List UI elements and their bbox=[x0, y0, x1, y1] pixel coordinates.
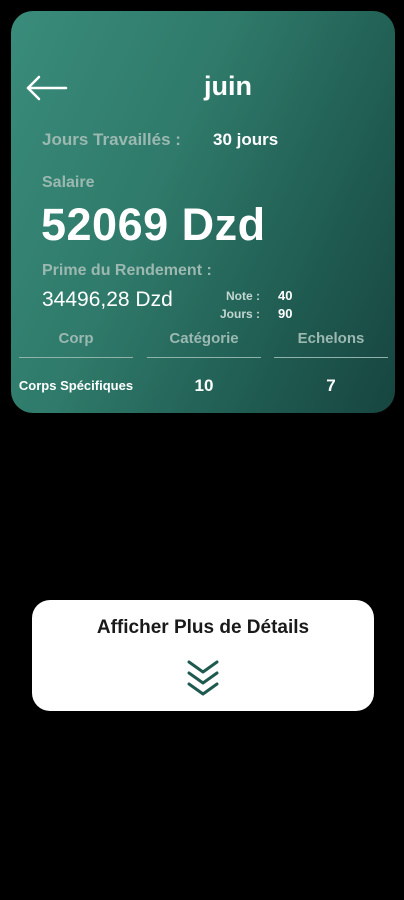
prime-label: Prime du Rendement : bbox=[42, 262, 212, 279]
echelons-value: 7 bbox=[326, 376, 336, 395]
show-more-details-label: Afficher Plus de Détails bbox=[96, 617, 310, 638]
categorie-divider bbox=[147, 357, 261, 358]
categorie-value: 10 bbox=[194, 376, 214, 395]
salary-value: 52069 Dzd bbox=[41, 199, 266, 250]
jours-label: Jours : bbox=[219, 307, 260, 321]
prime-value: 34496,28 Dzd bbox=[42, 288, 173, 311]
double-chevron-down-icon bbox=[185, 657, 221, 701]
jours-value: 90 bbox=[278, 306, 293, 321]
corp-divider bbox=[19, 357, 133, 358]
note-value: 40 bbox=[278, 288, 293, 303]
corp-header: Corp bbox=[58, 330, 94, 347]
corp-value: Corps Spécifiques bbox=[18, 378, 134, 393]
month-title: juin bbox=[204, 71, 252, 101]
echelons-header: Echelons bbox=[297, 330, 365, 347]
salary-label: Salaire bbox=[42, 174, 95, 191]
days-worked-value: 30 jours bbox=[213, 130, 279, 149]
categorie-header: Catégorie bbox=[169, 330, 239, 347]
screen: juin Jours Travaillés : 30 jours Salaire… bbox=[0, 0, 404, 900]
show-more-details-button[interactable]: Afficher Plus de Détails bbox=[32, 600, 374, 711]
days-worked-label: Jours Travaillés : bbox=[42, 130, 181, 149]
note-label: Note : bbox=[226, 289, 260, 303]
salary-card: juin Jours Travaillés : 30 jours Salaire… bbox=[11, 11, 395, 413]
echelons-divider bbox=[274, 357, 388, 358]
